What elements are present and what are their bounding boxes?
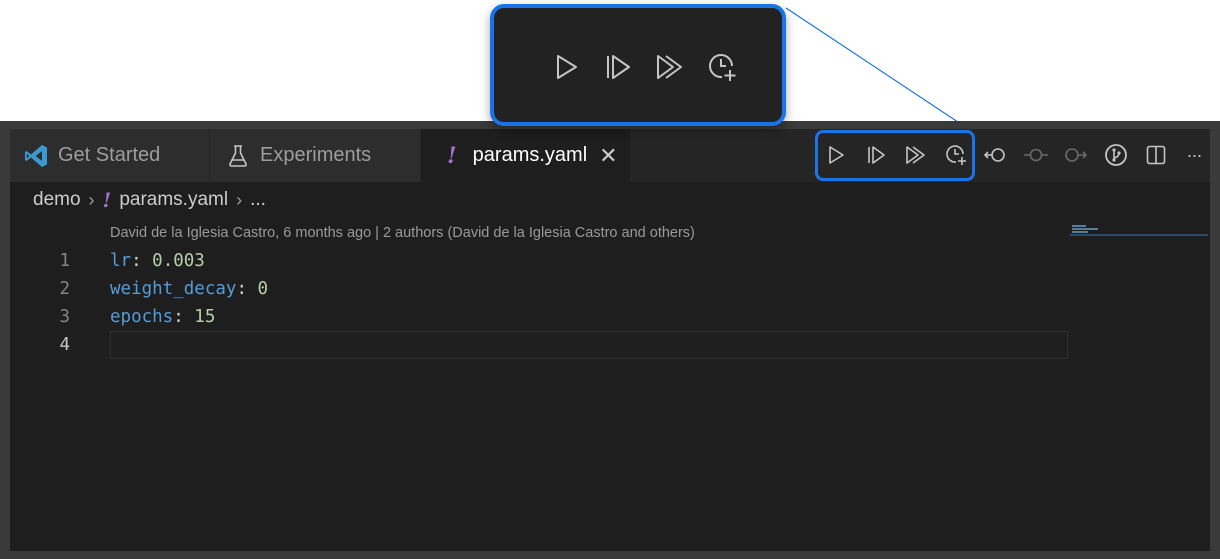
code-editor[interactable]: 1 lr: 0.003 2 weight_decay: 0 3 epochs: … xyxy=(10,247,1068,359)
go-back-icon[interactable] xyxy=(983,142,1009,168)
run-experiment-icon xyxy=(549,50,583,84)
breadcrumb-symbol[interactable]: ... xyxy=(250,189,266,211)
yaml-key: epochs xyxy=(110,307,174,327)
breadcrumb: demo › ! params.yaml › ... xyxy=(33,187,266,213)
yaml-colon: : xyxy=(173,307,195,327)
minimap-line xyxy=(1072,225,1086,227)
yaml-value: 0 xyxy=(257,279,269,299)
flask-icon xyxy=(224,142,252,170)
toolbar-highlight-frame xyxy=(815,130,975,181)
code-line: 2 weight_decay: 0 xyxy=(10,275,1068,303)
line-number: 2 xyxy=(59,279,70,299)
yaml-file-icon: ! xyxy=(102,188,112,212)
yaml-key: weight_decay xyxy=(110,279,237,299)
tab-label: Get Started xyxy=(58,144,161,166)
git-blame-annotation[interactable]: David de la Iglesia Castro, 6 months ago… xyxy=(110,225,695,241)
split-editor-icon[interactable] xyxy=(1143,142,1169,168)
yaml-value: 0.003 xyxy=(152,251,205,271)
yaml-file-icon: ! xyxy=(447,142,457,169)
line-number: 4 xyxy=(59,335,70,355)
more-actions-icon[interactable]: ··· xyxy=(1181,142,1207,168)
minimap-line xyxy=(1072,228,1098,230)
minimap-slider xyxy=(1070,234,1208,236)
minimap-line xyxy=(1072,231,1088,233)
tab-label: Experiments xyxy=(260,144,372,166)
run-all-experiments-icon xyxy=(653,50,687,84)
source-control-graph-icon[interactable] xyxy=(1103,142,1129,168)
chevron-right-icon: › xyxy=(236,189,243,210)
tab-label: params.yaml xyxy=(472,144,588,166)
yaml-colon: : xyxy=(236,279,258,299)
queue-experiment-icon xyxy=(705,50,739,84)
close-icon[interactable]: ✕ xyxy=(599,143,617,169)
breadcrumb-folder[interactable]: demo xyxy=(33,189,81,211)
line-number: 3 xyxy=(59,307,70,327)
minimap[interactable] xyxy=(1070,219,1210,259)
vscode-window: Get Started Experiments ! params.yaml ✕ xyxy=(0,121,1220,559)
yaml-key: lr xyxy=(110,251,132,271)
tab-params-yaml[interactable]: ! params.yaml ✕ xyxy=(421,129,630,182)
tab-bar: Get Started Experiments ! params.yaml ✕ xyxy=(10,129,1210,182)
code-line-current: 4 xyxy=(10,331,1068,359)
tab-experiments[interactable]: Experiments xyxy=(210,129,421,182)
yaml-value: 15 xyxy=(194,307,216,327)
vscode-logo-icon xyxy=(22,142,50,170)
tab-get-started[interactable]: Get Started xyxy=(10,129,210,182)
chevron-right-icon: › xyxy=(88,189,95,210)
resume-experiment-icon xyxy=(601,50,635,84)
code-line: 3 epochs: 15 xyxy=(10,303,1068,331)
go-forward-icon[interactable] xyxy=(1063,142,1089,168)
current-line-highlight xyxy=(110,331,1068,359)
breadcrumb-file[interactable]: params.yaml xyxy=(119,189,228,211)
editor-area: Get Started Experiments ! params.yaml ✕ xyxy=(10,129,1210,551)
git-commit-icon[interactable] xyxy=(1023,142,1049,168)
code-line: 1 lr: 0.003 xyxy=(10,247,1068,275)
line-number: 1 xyxy=(59,251,70,271)
yaml-colon: : xyxy=(131,251,153,271)
zoomed-toolbar-callout xyxy=(490,4,786,126)
